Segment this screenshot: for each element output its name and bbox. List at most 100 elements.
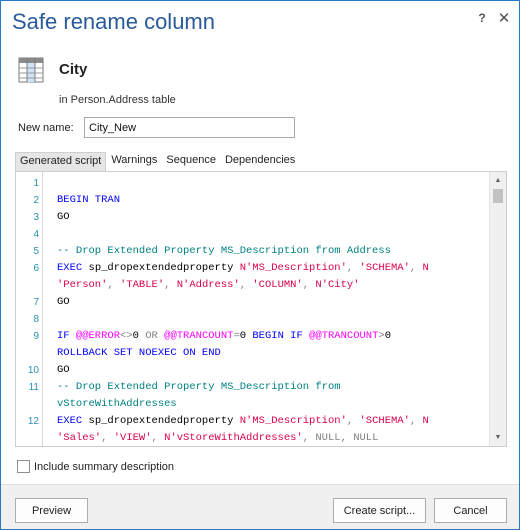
line-number xyxy=(16,430,43,446)
line-number: 3 xyxy=(33,212,39,223)
line-number: 1 xyxy=(33,178,39,189)
line-number: 7 xyxy=(33,297,39,308)
script-token: 'SCHEMA' xyxy=(359,415,410,427)
script-token: , xyxy=(151,432,165,444)
script-token: , xyxy=(409,262,423,274)
script-token: 0 xyxy=(239,330,253,342)
line-number xyxy=(16,396,43,413)
script-token: 'Person' xyxy=(57,279,108,291)
script-token: -- Drop Extended Property MS_Description… xyxy=(57,381,341,393)
script-line-text: ROLLBACK SET NOEXEC ON END xyxy=(43,345,221,362)
include-summary-option[interactable]: Include summary description xyxy=(17,460,174,473)
script-token: OR xyxy=(145,330,165,342)
script-token: vStoreWithAddresses xyxy=(57,398,177,410)
script-token: , xyxy=(302,279,316,291)
scroll-down-arrow-icon[interactable]: ▼ xyxy=(490,429,506,446)
script-line: 8 xyxy=(16,311,489,328)
tab-dependencies[interactable]: Dependencies xyxy=(221,152,299,171)
script-line-text xyxy=(43,311,57,328)
script-token: , xyxy=(346,415,360,427)
script-token: -- Drop Extended Property MS_Description… xyxy=(57,245,391,257)
script-line-text: vStoreWithAddresses xyxy=(43,396,177,413)
script-token: EXEC xyxy=(57,415,89,427)
new-name-label: New name: xyxy=(18,122,74,134)
script-token: 'SCHEMA' xyxy=(359,262,410,274)
script-line-text: GO xyxy=(43,362,70,379)
script-token: sp_dropextendedproperty xyxy=(88,415,240,427)
column-table-subtitle: in Person.Address table xyxy=(59,94,176,106)
line-number: 2 xyxy=(33,195,39,206)
script-token: <> xyxy=(120,330,133,342)
script-token: , xyxy=(101,432,114,444)
script-token: GO xyxy=(57,364,70,376)
script-line-text: EXEC sp_dropextendedproperty N'MS_Descri… xyxy=(43,413,429,430)
close-icon[interactable]: ✕ xyxy=(495,9,513,27)
script-line-text: -- Drop Extended Property MS_Description… xyxy=(43,379,341,396)
script-line: 'Sales', 'VIEW', N'vStoreWithAddresses',… xyxy=(16,430,489,446)
tab-sequence[interactable]: Sequence xyxy=(162,152,220,171)
script-line-text xyxy=(43,226,57,243)
script-line: ROLLBACK SET NOEXEC ON END xyxy=(16,345,489,362)
table-column-icon xyxy=(18,57,44,83)
script-token: NULL xyxy=(315,432,341,444)
script-token: NULL xyxy=(353,432,379,444)
script-token: @@TRANCOUNT xyxy=(309,330,379,342)
dialog-footer: Preview Create script... Cancel xyxy=(1,484,519,529)
script-editor[interactable]: 1 2 BEGIN TRAN 3 GO 4 5 -- Drop Extended Proper… xyxy=(15,171,507,447)
scrollbar-thumb[interactable] xyxy=(493,189,503,203)
script-line: 2 BEGIN TRAN xyxy=(16,192,489,209)
script-tabs: Generated script Warnings Sequence Depen… xyxy=(15,152,300,171)
script-line: 1 xyxy=(16,175,489,192)
script-line: 'Person', 'TABLE', N'Address', 'COLUMN',… xyxy=(16,277,489,294)
script-token: 0 xyxy=(384,330,392,342)
create-script-button[interactable]: Create script... xyxy=(333,498,426,523)
cancel-button[interactable]: Cancel xyxy=(434,498,507,523)
safe-rename-dialog: Safe rename column ? ✕ City in Person.Ad… xyxy=(0,0,520,530)
script-line-text: -- Drop Extended Property MS_Description… xyxy=(43,243,391,260)
script-token: sp_dropextendedproperty xyxy=(88,262,240,274)
include-summary-checkbox[interactable] xyxy=(17,460,30,473)
script-token: 'Sales' xyxy=(57,432,102,444)
script-token: GO xyxy=(57,211,70,223)
script-token: 0 xyxy=(132,330,146,342)
script-token: N'MS_Description' xyxy=(239,415,347,427)
script-token: N xyxy=(422,262,429,274)
script-token: N'vStoreWithAddresses' xyxy=(164,432,303,444)
scroll-up-arrow-icon[interactable]: ▲ xyxy=(490,172,506,189)
script-line-text: 'Person', 'TABLE', N'Address', 'COLUMN',… xyxy=(43,277,360,294)
line-number: 11 xyxy=(28,382,39,393)
tab-warnings[interactable]: Warnings xyxy=(107,152,161,171)
script-token: GO xyxy=(57,296,70,308)
line-number xyxy=(16,277,43,294)
script-line: 7 GO xyxy=(16,294,489,311)
script-token: N'Address' xyxy=(176,279,240,291)
script-line: 10 GO xyxy=(16,362,489,379)
script-line: 3 GO xyxy=(16,209,489,226)
script-token: , xyxy=(164,279,177,291)
script-token: N'City' xyxy=(315,279,360,291)
include-summary-label: Include summary description xyxy=(34,460,175,473)
script-line: 5 -- Drop Extended Property MS_Descriptio… xyxy=(16,243,489,260)
script-line: 4 xyxy=(16,226,489,243)
line-number: 8 xyxy=(33,314,39,325)
new-name-input[interactable] xyxy=(84,117,295,138)
script-token: , xyxy=(239,279,253,291)
help-icon[interactable]: ? xyxy=(473,9,491,27)
script-line: 6 EXEC sp_dropextendedproperty N'MS_Descr… xyxy=(16,260,489,277)
tab-generated-script[interactable]: Generated script xyxy=(15,152,107,171)
script-token: @@ERROR xyxy=(75,330,121,342)
script-line: 9 IF @@ERROR<>0 OR @@TRANCOUNT=0 BEGIN IF… xyxy=(16,328,489,345)
vertical-scrollbar[interactable]: ▲ ▼ xyxy=(489,172,506,446)
script-token: , xyxy=(302,432,316,444)
preview-button[interactable]: Preview xyxy=(15,498,88,523)
script-line: 12 EXEC sp_dropextendedproperty N'MS_Desc… xyxy=(16,413,489,430)
line-number: 9 xyxy=(33,331,39,342)
column-name: City xyxy=(59,61,88,78)
line-number: 12 xyxy=(27,416,39,427)
script-token: @@TRANCOUNT xyxy=(164,330,234,342)
script-line-text: GO xyxy=(43,294,70,311)
line-number: 10 xyxy=(27,365,39,376)
script-token: ROLLBACK SET NOEXEC ON END xyxy=(57,347,221,359)
script-token: BEGIN TRAN xyxy=(57,194,121,206)
script-token: , xyxy=(107,279,121,291)
